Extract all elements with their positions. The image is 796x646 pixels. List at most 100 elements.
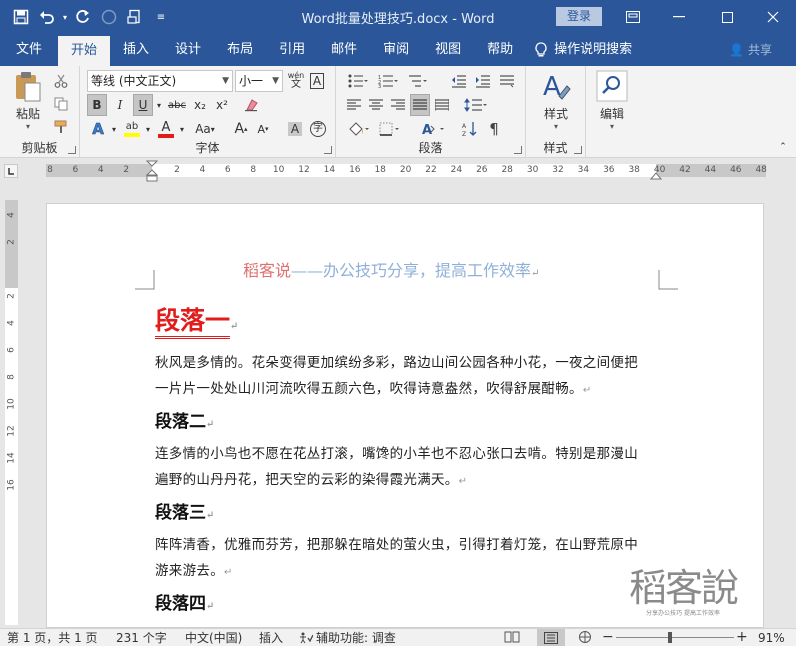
insert-mode[interactable]: 插入 (259, 630, 283, 646)
vertical-ruler[interactable]: 4 2 2 4 6 8 10 12 14 16 (5, 200, 18, 625)
decrease-indent-icon[interactable] (448, 70, 470, 92)
login-button[interactable]: 登录 (556, 7, 602, 26)
paragraph-launcher-icon[interactable] (514, 146, 522, 154)
accessibility-checker[interactable]: 辅助功能: 调查 (299, 630, 396, 646)
styles-launcher-icon[interactable] (574, 146, 582, 154)
subscript-button[interactable]: x₂ (190, 94, 210, 116)
show-formatting-marks-icon[interactable]: ¶ (484, 118, 504, 140)
print-preview-icon[interactable] (122, 4, 148, 30)
font-launcher-icon[interactable] (324, 146, 332, 154)
editing-button[interactable]: 编辑 ▾ (590, 70, 634, 131)
tab-view[interactable]: 视图 (422, 34, 474, 66)
close-icon[interactable] (750, 0, 796, 34)
character-border-button[interactable]: A (308, 70, 326, 92)
highlight-dropdown-icon[interactable]: ▾ (143, 118, 153, 140)
asian-layout-icon[interactable]: A (418, 118, 450, 140)
italic-button[interactable]: I (110, 94, 130, 116)
numbering-icon[interactable]: 123 (374, 70, 402, 92)
clipboard-launcher-icon[interactable] (68, 146, 76, 154)
zoom-slider-thumb[interactable] (667, 632, 672, 643)
character-shading-button[interactable]: A (285, 118, 305, 140)
heading-3[interactable]: 段落三↵ (155, 498, 214, 523)
read-mode-icon[interactable] (504, 630, 520, 646)
paragraph-3[interactable]: 阵阵清香，优雅而芬芳，把那躲在暗处的萤火虫，引得打着灯笼，在山野荒原中 游来游去… (155, 532, 660, 586)
chinese-layout-icon[interactable] (496, 70, 518, 92)
font-size-combo[interactable]: 小一 ▼ (235, 70, 283, 92)
first-line-indent-marker[interactable] (145, 160, 159, 185)
tab-layout[interactable]: 布局 (214, 34, 266, 66)
font-color-icon[interactable]: A (155, 118, 177, 140)
strikethrough-button[interactable]: abc (166, 94, 188, 116)
text-effects-icon[interactable]: A (87, 118, 109, 140)
document-page[interactable]: 稻客说——办公技巧分享，提高工作效率↵ 段落一↵ 秋风是多情的。花朵变得更加缤纷… (46, 203, 764, 628)
word-count[interactable]: 231 个字 (116, 630, 167, 646)
bold-button[interactable]: B (87, 94, 107, 116)
cut-icon[interactable] (50, 70, 72, 92)
highlight-color-icon[interactable]: ab (121, 118, 143, 140)
language-indicator[interactable]: 中文(中国) (185, 630, 242, 646)
redo-icon[interactable] (70, 4, 96, 30)
right-indent-marker[interactable] (649, 169, 663, 183)
tab-references[interactable]: 引用 (266, 34, 318, 66)
touch-mode-icon[interactable] (96, 4, 122, 30)
sort-icon[interactable]: AZ (460, 118, 480, 140)
shrink-font-button[interactable]: A ▾ (254, 118, 272, 140)
styles-button[interactable]: A 样式 ▾ (534, 70, 578, 131)
underline-button[interactable]: U (133, 94, 153, 116)
tab-review[interactable]: 审阅 (370, 34, 422, 66)
shading-icon[interactable] (344, 118, 372, 140)
undo-icon[interactable] (34, 4, 60, 30)
align-right-icon[interactable] (388, 94, 408, 116)
heading-2[interactable]: 段落二↵ (155, 407, 214, 432)
distributed-icon[interactable] (432, 94, 452, 116)
change-case-button[interactable]: Aa ▾ (191, 118, 219, 140)
grow-font-button[interactable]: A ▴ (232, 118, 250, 140)
paste-button[interactable]: 粘贴 ▾ (8, 70, 48, 131)
tab-file[interactable]: 文件 (0, 34, 58, 66)
copy-icon[interactable] (50, 93, 72, 115)
save-icon[interactable] (8, 4, 34, 30)
page-header[interactable]: 稻客说——办公技巧分享，提高工作效率↵ (243, 257, 539, 281)
font-name-combo[interactable]: 等线 (中文正文) ▼ (87, 70, 233, 92)
minimize-icon[interactable] (656, 0, 702, 34)
phonetic-guide-button[interactable]: wén 文 (285, 69, 307, 91)
tab-design[interactable]: 设计 (162, 34, 214, 66)
align-left-icon[interactable] (344, 94, 364, 116)
align-center-icon[interactable] (366, 94, 386, 116)
page-count[interactable]: 第 1 页，共 1 页 (7, 630, 98, 646)
multilevel-list-icon[interactable] (404, 70, 432, 92)
format-painter-icon[interactable] (50, 116, 72, 138)
underline-dropdown-icon[interactable]: ▾ (154, 94, 164, 116)
heading-4[interactable]: 段落四↵ (155, 589, 214, 614)
tab-mailings[interactable]: 邮件 (318, 34, 370, 66)
borders-icon[interactable] (376, 118, 404, 140)
increase-indent-icon[interactable] (472, 70, 494, 92)
enclose-characters-button[interactable]: 字 (308, 118, 328, 140)
zoom-slider-track[interactable] (616, 632, 734, 643)
tell-me-search[interactable]: 操作说明搜索 (526, 34, 632, 66)
tab-insert[interactable]: 插入 (110, 34, 162, 66)
heading-1[interactable]: 段落一↵ (155, 301, 238, 339)
collapse-ribbon-icon[interactable]: ⌃ (776, 136, 790, 158)
share-button[interactable]: 👤 共享 (729, 34, 772, 66)
zoom-in-button[interactable]: + (736, 630, 748, 644)
tab-help[interactable]: 帮助 (474, 34, 526, 66)
clear-formatting-icon[interactable] (240, 94, 262, 116)
customize-qat-icon[interactable]: ≡ (148, 4, 174, 30)
paragraph-1[interactable]: 秋风是多情的。花朵变得更加缤纷多彩，路边山间公园各种小花，一夜之间便把 一片片一… (155, 350, 660, 404)
text-effects-dropdown-icon[interactable]: ▾ (109, 118, 119, 140)
paragraph-2[interactable]: 连多情的小鸟也不愿在花丛打滚，嘴馋的小羊也不忍心张口去啃。特别是那漫山 遍野的山… (155, 441, 660, 495)
superscript-button[interactable]: x² (212, 94, 232, 116)
tab-selector-icon[interactable] (4, 164, 18, 178)
bullets-icon[interactable] (344, 70, 372, 92)
print-layout-icon[interactable] (537, 629, 565, 646)
zoom-out-button[interactable]: − (602, 630, 614, 644)
ribbon-display-options-icon[interactable] (610, 0, 656, 34)
undo-dropdown-icon[interactable]: ▾ (60, 4, 70, 30)
tab-home[interactable]: 开始 (58, 36, 111, 66)
zoom-level[interactable]: 91% (758, 630, 785, 646)
web-layout-icon[interactable] (578, 630, 592, 646)
line-spacing-icon[interactable] (460, 94, 492, 116)
font-color-dropdown-icon[interactable]: ▾ (177, 118, 187, 140)
justify-icon[interactable] (410, 94, 430, 116)
